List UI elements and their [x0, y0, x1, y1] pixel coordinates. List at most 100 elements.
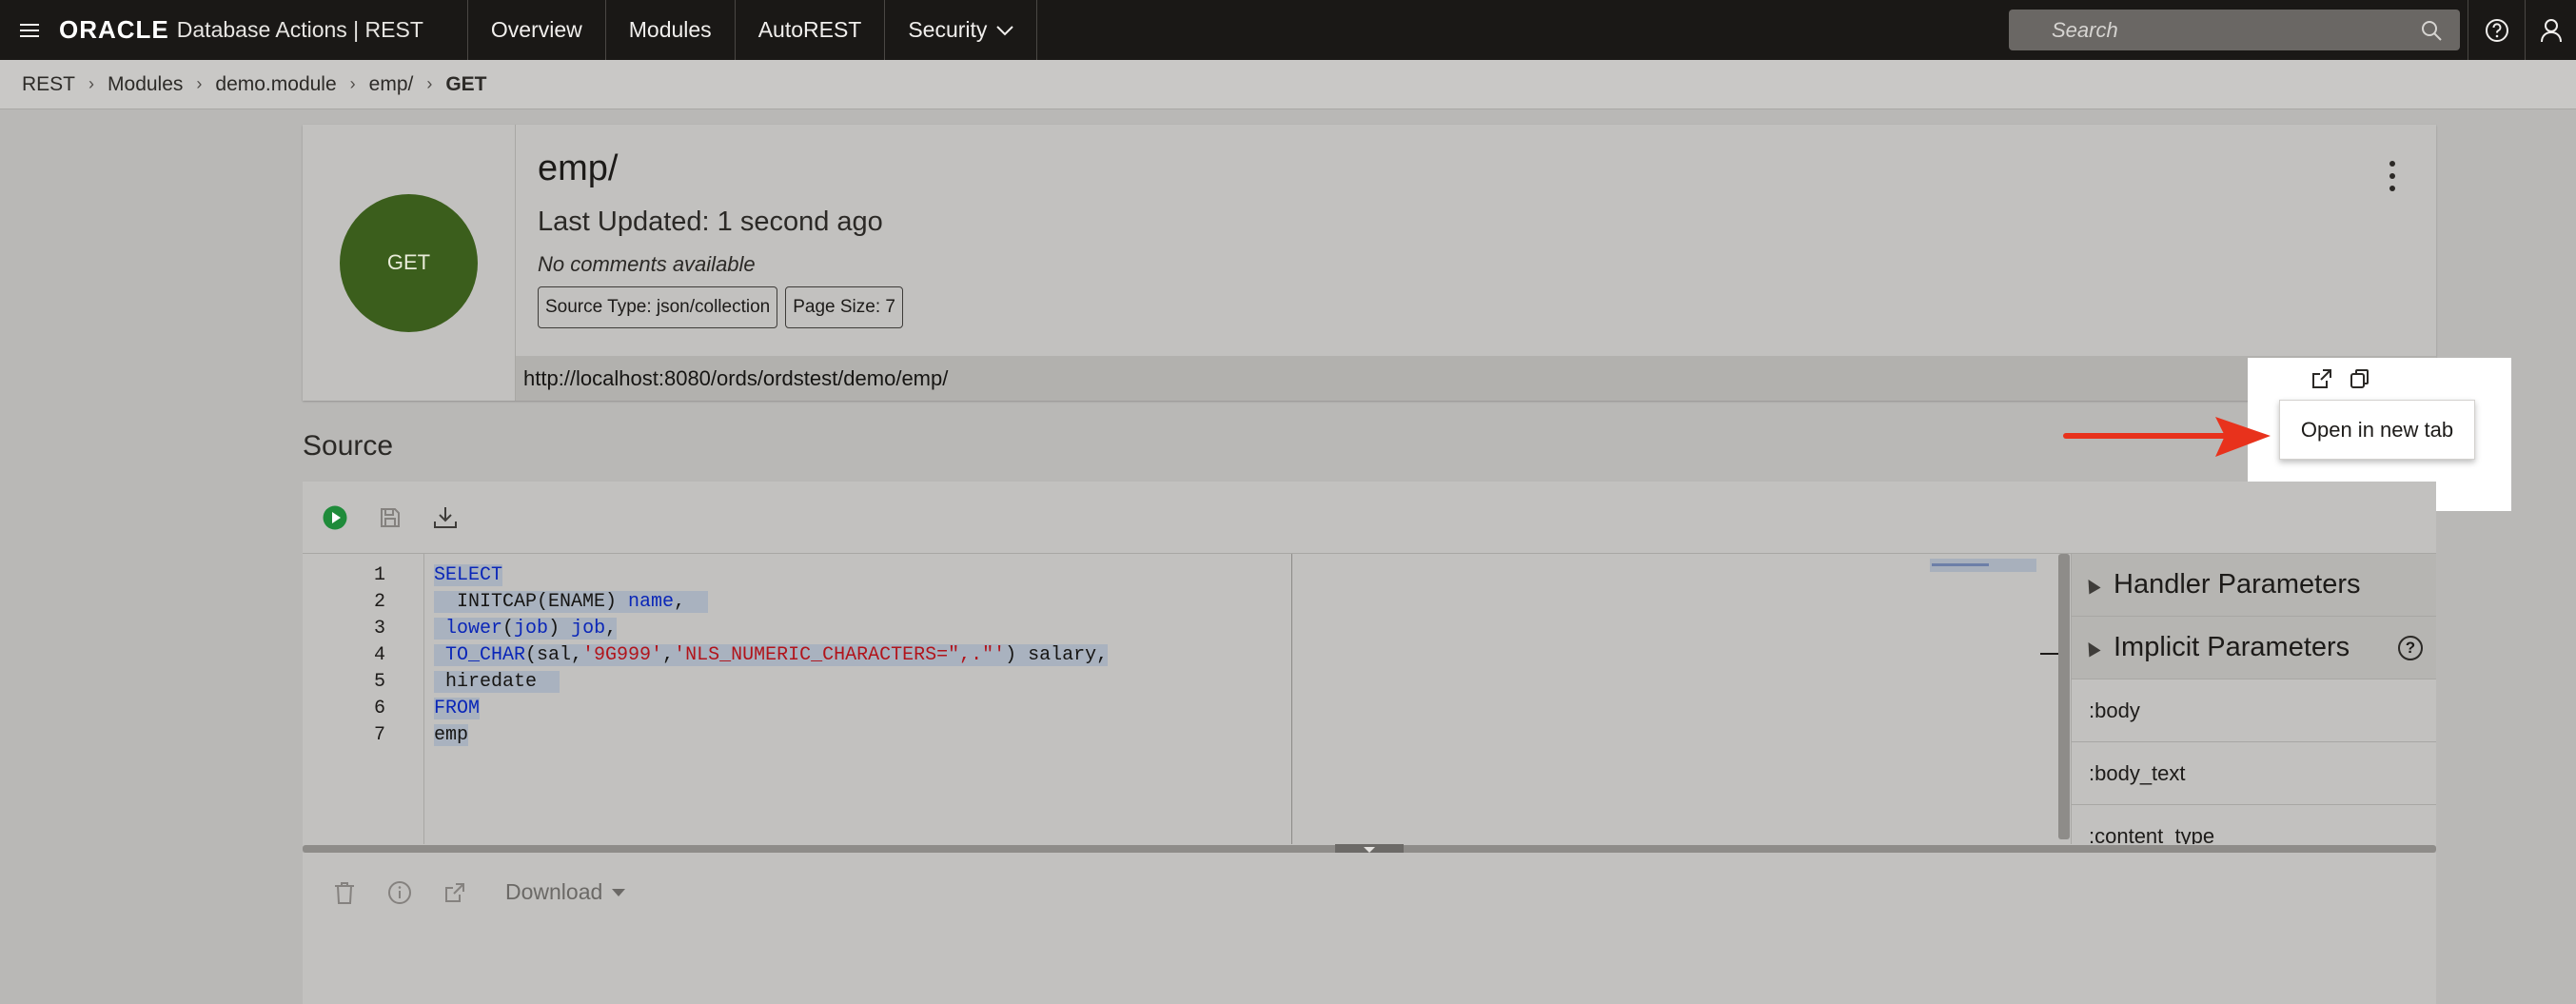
code-line: emp: [434, 722, 469, 749]
panel-splitter[interactable]: [303, 844, 2436, 856]
code-token: SELECT: [434, 564, 503, 586]
code-editor[interactable]: SELECT INITCAP(ENAME) name, lower(job) j…: [424, 554, 1488, 844]
code-token: [434, 644, 446, 666]
breadcrumb: REST › Modules › demo.module › emp/ › GE…: [0, 60, 2576, 109]
open-in-new-tab-icon[interactable]: [2309, 365, 2335, 392]
copy-icon[interactable]: [2347, 365, 2373, 392]
nav-overview-label: Overview: [490, 17, 582, 42]
run-icon[interactable]: [320, 502, 350, 533]
breadcrumb-module[interactable]: demo.module: [215, 73, 336, 96]
trash-icon[interactable]: [329, 877, 360, 908]
code-token: [537, 671, 560, 693]
method-badge: GET: [340, 193, 478, 332]
search-icon[interactable]: [2420, 19, 2443, 42]
param-content-type[interactable]: :content_type: [2072, 805, 2436, 845]
chevron-down-icon: [996, 25, 1014, 35]
cursor-marker: [2040, 653, 2059, 655]
open-in-new-tab-tooltip: Open in new tab: [2279, 400, 2475, 460]
breadcrumb-separator-icon: ›: [349, 74, 356, 93]
nav-autorest-label: AutoREST: [757, 17, 862, 42]
handler-parameters-header[interactable]: Handler Parameters: [2072, 554, 2436, 617]
param-body[interactable]: :body: [2072, 679, 2436, 742]
code-token: name: [628, 591, 675, 613]
code-token: ): [548, 618, 572, 640]
red-arrow-annotation: [2063, 417, 2271, 457]
implicit-parameters-header[interactable]: Implicit Parameters ?: [2072, 617, 2436, 679]
hamburger-menu-icon[interactable]: [0, 0, 59, 60]
code-token: ,: [605, 618, 618, 640]
print-margin: [1291, 554, 1292, 844]
open-external-icon[interactable]: [440, 877, 470, 908]
editor-scrollbar[interactable]: [2058, 554, 2070, 839]
caret-down-icon: [612, 888, 626, 896]
code-line: SELECT: [434, 562, 503, 589]
minimap-line: [1932, 563, 1989, 566]
search-input[interactable]: [2052, 17, 2420, 43]
download-label: Download: [505, 879, 603, 904]
code-token: job: [571, 618, 606, 640]
code-token: lower: [445, 618, 503, 640]
save-icon[interactable]: [375, 502, 405, 533]
source-editor-panel: 1 2 3 4 5 6 7 SELECT INITCAP(ENAME) name…: [303, 482, 2436, 848]
user-icon[interactable]: [2525, 0, 2576, 60]
breadcrumb-separator-icon: ›: [426, 74, 433, 93]
code-token: ) salary,: [1005, 644, 1109, 666]
oracle-logo: ORACLE: [59, 15, 169, 44]
handler-comment: No comments available: [538, 252, 756, 276]
brand[interactable]: ORACLE Database Actions | REST: [59, 0, 468, 60]
handler-title: emp/: [538, 148, 619, 188]
parameters-panel: Handler Parameters Implicit Parameters ?…: [2071, 554, 2436, 844]
nav-security-label: Security: [908, 17, 988, 42]
breadcrumb-handler: GET: [445, 72, 487, 95]
line-number: 1: [373, 564, 385, 586]
search-box[interactable]: [2009, 10, 2460, 50]
code-token: emp: [434, 724, 469, 746]
last-updated: Last Updated: 1 second ago: [538, 207, 883, 237]
info-icon[interactable]: [384, 877, 415, 908]
help-icon[interactable]: [2468, 0, 2525, 60]
collapse-triangle-icon: [2082, 575, 2101, 595]
code-token: ,: [662, 644, 675, 666]
handler-chips: Source Type: json/collection Page Size: …: [538, 286, 903, 328]
param-body-text[interactable]: :body_text: [2072, 742, 2436, 805]
help-icon[interactable]: ?: [2398, 635, 2423, 660]
code-line: hiredate: [434, 669, 560, 696]
download-dropdown[interactable]: Download: [505, 879, 626, 905]
code-token: INITCAP(ENAME): [434, 591, 629, 613]
code-token: [685, 591, 709, 613]
code-line: INITCAP(ENAME) name,: [434, 589, 709, 616]
code-token: 'NLS_NUMERIC_CHARACTERS=",."': [674, 644, 1006, 666]
code-token: '9G999': [582, 644, 663, 666]
code-token: (sal,: [525, 644, 583, 666]
nav-modules-label: Modules: [628, 17, 712, 42]
code-line: lower(job) job,: [434, 616, 618, 642]
editor-toolbar: [303, 482, 2436, 554]
more-actions-icon[interactable]: [2385, 157, 2400, 195]
nav-overview[interactable]: Overview: [468, 0, 606, 60]
nav-autorest[interactable]: AutoREST: [736, 0, 886, 60]
breadcrumb-separator-icon: ›: [196, 74, 203, 93]
implicit-parameters-label: Implicit Parameters: [2114, 632, 2350, 662]
handler-parameters-label: Handler Parameters: [2114, 569, 2361, 600]
breadcrumb-rest[interactable]: REST: [22, 73, 75, 96]
handler-card: GET emp/ Last Updated: 1 second ago No c…: [303, 125, 2436, 401]
breadcrumb-separator-icon: ›: [88, 74, 95, 93]
code-token: [434, 671, 446, 693]
breadcrumb-modules[interactable]: Modules: [108, 73, 183, 96]
code-token: [434, 618, 446, 640]
breadcrumb-template[interactable]: emp/: [369, 73, 414, 96]
handler-url: http://localhost:8080/ords/ordstest/demo…: [516, 356, 2436, 401]
code-token: job: [514, 618, 549, 640]
line-number: 4: [373, 644, 385, 666]
code-line: TO_CHAR(sal,'9G999','NLS_NUMERIC_CHARACT…: [434, 642, 1109, 669]
line-number: 7: [373, 724, 385, 746]
line-number: 2: [373, 591, 385, 613]
collapse-triangle-icon: [2082, 638, 2101, 658]
nav-modules[interactable]: Modules: [606, 0, 736, 60]
line-number: 6: [373, 698, 385, 719]
top-bar: ORACLE Database Actions | REST Overview …: [0, 0, 2576, 60]
download-icon[interactable]: [430, 502, 461, 533]
code-token: ,: [674, 591, 686, 613]
nav-security[interactable]: Security: [885, 0, 1038, 60]
code-line: FROM: [434, 696, 481, 722]
